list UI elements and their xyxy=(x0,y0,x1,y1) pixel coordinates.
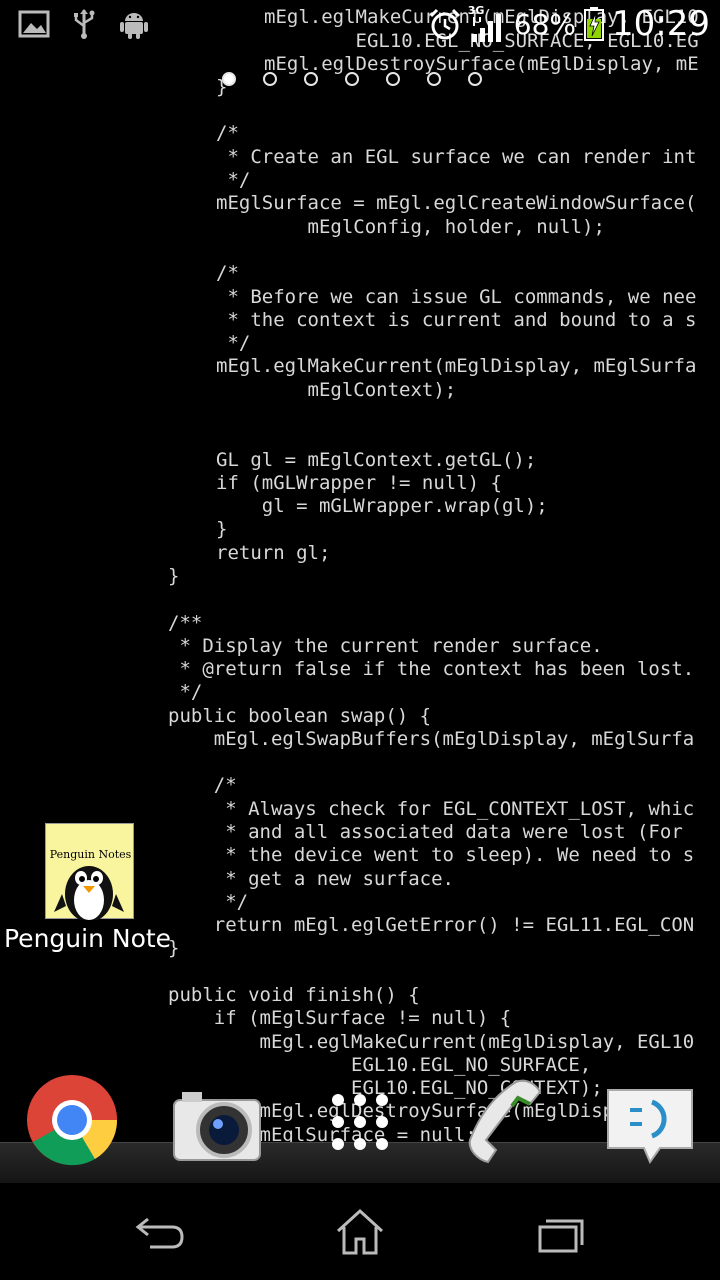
code-line: * Always check for EGL_CONTEXT_LOST, whi… xyxy=(168,798,695,820)
messaging-app-icon[interactable] xyxy=(600,1070,700,1170)
recent-apps-icon xyxy=(538,1219,584,1253)
status-bar: 3G 68% 10:29 xyxy=(0,0,720,50)
back-button[interactable] xyxy=(130,1207,190,1257)
code-line: */ xyxy=(168,891,249,913)
clock: 10:29 xyxy=(612,4,710,44)
alarm-clock-icon xyxy=(428,7,462,41)
back-icon xyxy=(135,1217,184,1249)
code-line: gl = mGLWrapper.wrap(gl); xyxy=(216,495,548,517)
page-dot-active xyxy=(222,72,236,86)
code-line: /* xyxy=(216,122,239,144)
code-line: * Create an EGL surface we can render in… xyxy=(216,146,697,168)
battery-charging-icon xyxy=(584,7,605,41)
code-line: * Display the current render surface. xyxy=(168,635,603,657)
code-line: mEglSurface = mEgl.eglCreateWindowSurfac… xyxy=(216,192,697,214)
code-line: /* xyxy=(216,262,239,284)
android-debug-icon xyxy=(118,8,150,40)
code-line: */ xyxy=(216,332,251,354)
code-line: if (mGLWrapper != null) { xyxy=(216,472,502,494)
code-line: mEglContext); xyxy=(216,379,457,401)
code-line: /* xyxy=(168,774,237,796)
page-dot xyxy=(427,72,441,86)
dock xyxy=(0,1060,720,1185)
code-line: return mEgl.eglGetError() != EGL11.EGL_C… xyxy=(168,914,695,936)
code-line: mEgl.eglMakeCurrent(mEglDisplay, EGL10 xyxy=(168,1031,695,1053)
code-line: * Before we can issue GL commands, we ne… xyxy=(216,286,697,308)
code-line: /** xyxy=(168,612,203,634)
page-dot xyxy=(263,72,277,86)
home-icon xyxy=(336,1208,384,1255)
page-dot xyxy=(304,72,318,86)
gallery-icon xyxy=(18,8,50,40)
code-line: mEgl.eglMakeCurrent(mEglDisplay, mEglSur… xyxy=(216,355,697,377)
code-line: return gl; xyxy=(216,542,331,564)
code-line: * the context is current and bound to a … xyxy=(216,309,697,331)
code-line: * the device went to sleep). We need to … xyxy=(168,844,695,866)
code-line: */ xyxy=(168,681,203,703)
page-dot xyxy=(345,72,359,86)
camera-app-icon[interactable] xyxy=(168,1070,268,1170)
signal-icon: 3G xyxy=(468,4,506,44)
code-line: * and all associated data were lost (For xyxy=(168,821,683,843)
navigation-bar xyxy=(0,1185,720,1280)
recent-apps-button[interactable] xyxy=(530,1207,590,1257)
code-line: GL gl = mEglContext.getGL(); xyxy=(216,449,537,471)
penguin-notes-app-icon[interactable]: Penguin Notes xyxy=(45,823,134,920)
code-line: mEgl.eglSwapBuffers(mEglDisplay, mEglSur… xyxy=(168,728,695,750)
code-line: * get a new surface. xyxy=(168,868,454,890)
code-line: } xyxy=(216,518,228,540)
code-line: public boolean swap() { xyxy=(168,705,432,727)
apps-drawer-icon[interactable] xyxy=(310,1070,410,1170)
code-line: if (mEglSurface != null) { xyxy=(168,1007,512,1029)
code-line: */ xyxy=(216,169,251,191)
page-indicator xyxy=(222,72,482,86)
code-line: * @return false if the context has been … xyxy=(168,658,695,680)
page-dot xyxy=(468,72,482,86)
code-line: } xyxy=(168,565,180,587)
home-button[interactable] xyxy=(330,1207,390,1257)
page-dot xyxy=(386,72,400,86)
battery-percent: 68% xyxy=(513,7,577,41)
chrome-app-icon[interactable] xyxy=(22,1070,122,1170)
code-line: public void finish() { xyxy=(168,984,420,1006)
phone-app-icon[interactable] xyxy=(456,1070,556,1170)
penguin-icon xyxy=(54,866,124,920)
app-label: Penguin Note xyxy=(4,924,172,953)
usb-icon xyxy=(68,8,100,40)
code-line: mEglConfig, holder, null); xyxy=(216,216,605,238)
